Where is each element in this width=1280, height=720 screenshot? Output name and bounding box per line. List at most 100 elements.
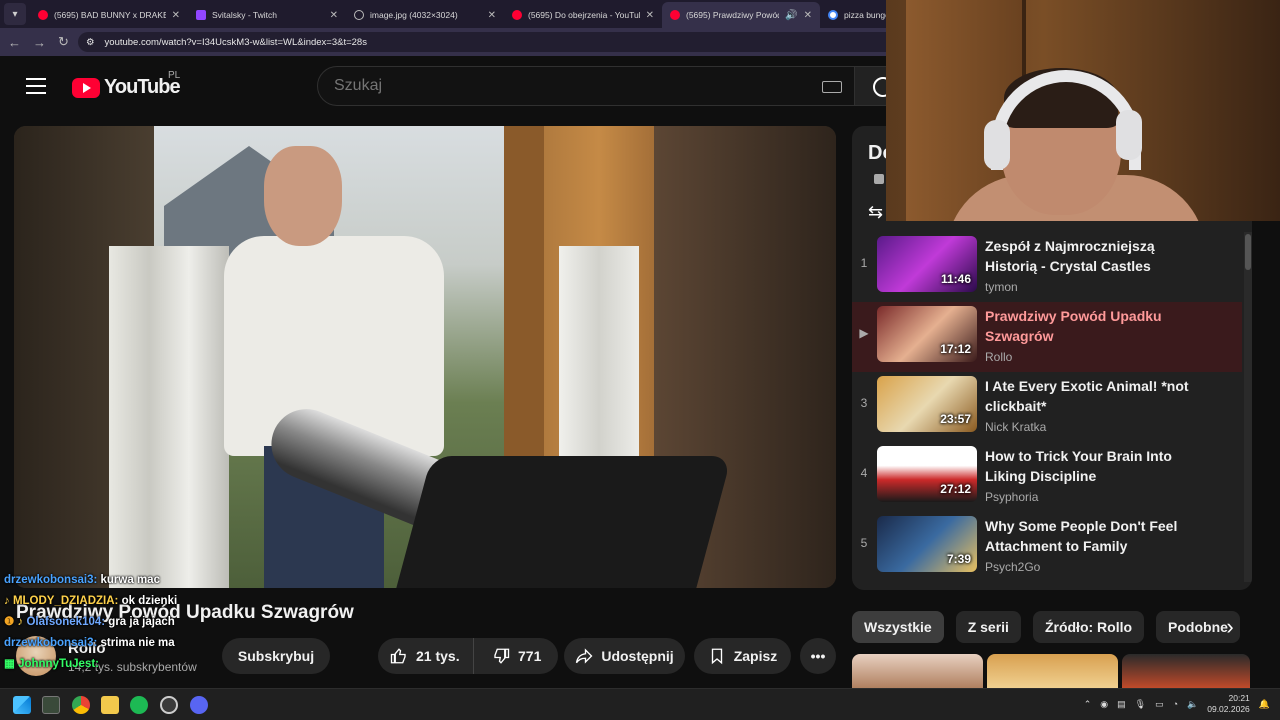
like-button[interactable]: 21 tys. bbox=[378, 638, 474, 674]
obs-icon[interactable] bbox=[160, 696, 178, 714]
close-tab-icon[interactable]: ✕ bbox=[172, 10, 180, 21]
playlist-channel: Psyphoria bbox=[985, 490, 1039, 504]
close-tab-icon[interactable]: ✕ bbox=[488, 10, 496, 21]
share-button[interactable]: Udostępnij bbox=[564, 638, 685, 674]
playlist-index: 3 bbox=[860, 396, 868, 410]
webcam-frame bbox=[1116, 110, 1142, 160]
display-icon[interactable]: ▭ bbox=[1155, 699, 1164, 710]
chip-series[interactable]: Z serii bbox=[955, 611, 1021, 643]
video-duration: 23:57 bbox=[940, 412, 971, 426]
url-text: youtube.com/watch?v=I34UcskM3-w&list=WL&… bbox=[104, 36, 367, 48]
recommended-thumbnail[interactable] bbox=[987, 654, 1118, 688]
thumbs-down-icon bbox=[494, 648, 510, 664]
twitch-favicon-icon bbox=[196, 10, 206, 20]
video-duration: 11:46 bbox=[940, 272, 971, 286]
playlist-scrollbar[interactable] bbox=[1244, 232, 1252, 582]
clock[interactable]: 20:21 09.02.2026 bbox=[1207, 693, 1250, 715]
more-options-button[interactable]: ••• bbox=[800, 638, 836, 674]
badge-icon: ▦ bbox=[4, 658, 15, 670]
discord-tray-icon[interactable]: ◉ bbox=[1100, 699, 1108, 710]
site-settings-icon[interactable]: ⚙ bbox=[86, 37, 95, 48]
browser-tab[interactable]: (5695) Do obejrzenia - YouTube ✕ bbox=[504, 2, 662, 28]
browser-tab[interactable]: image.jpg (4032×3024) ✕ bbox=[346, 2, 504, 28]
chat-username: drzewkobonsai3: bbox=[4, 574, 98, 586]
chat-username: drzewkobonsai3: bbox=[4, 637, 98, 649]
file-explorer-icon[interactable] bbox=[101, 696, 119, 714]
speaker-icon[interactable]: 🔊 bbox=[785, 10, 797, 21]
chat-message: ♪ MLODY_DZIADZIA: ok dzienki bbox=[4, 591, 244, 612]
recommendation-chips: Wszystkie Z serii Źródło: Rollo Podobne bbox=[852, 611, 1240, 643]
dislike-button[interactable]: 771 bbox=[482, 647, 541, 665]
video-thumbnail[interactable]: 23:57 bbox=[877, 376, 977, 432]
webcam-frame bbox=[984, 120, 1010, 170]
playlist-video-title: I Ate Every Exotic Animal! *not clickbai… bbox=[985, 378, 1189, 414]
chat-message: drzewkobonsai3: strima nie ma bbox=[4, 633, 244, 654]
playlist-channel: Rollo bbox=[985, 350, 1013, 364]
search-box[interactable] bbox=[317, 66, 855, 106]
video-thumbnail[interactable]: 11:46 bbox=[877, 236, 977, 292]
volume-icon[interactable]: 🔈 bbox=[1187, 699, 1198, 710]
playlist-item-current[interactable]: ▶ 17:12 Prawdziwy Powód Upadku Szwagrów … bbox=[852, 302, 1242, 372]
youtube-favicon-icon bbox=[512, 10, 522, 20]
tab-list-chevron-icon[interactable]: ▾ bbox=[4, 3, 26, 25]
video-duration: 27:12 bbox=[940, 482, 971, 496]
video-player[interactable] bbox=[14, 126, 836, 588]
video-thumbnail[interactable]: 7:39 bbox=[877, 516, 977, 572]
recommended-thumbnail[interactable] bbox=[852, 654, 983, 688]
discord-icon[interactable] bbox=[190, 696, 208, 714]
playlist-video-title: Zespół z Najmroczniejszą Historią - Crys… bbox=[985, 238, 1155, 274]
close-tab-icon[interactable]: ✕ bbox=[330, 10, 338, 21]
webcam-overlay bbox=[886, 0, 1280, 221]
chip-source[interactable]: Źródło: Rollo bbox=[1032, 611, 1145, 643]
menu-icon[interactable] bbox=[26, 78, 46, 99]
reload-icon[interactable]: ↻ bbox=[58, 34, 69, 50]
chip-all[interactable]: Wszystkie bbox=[852, 611, 944, 643]
chat-text: ok dzienki bbox=[121, 595, 178, 607]
youtube-play-icon bbox=[72, 77, 100, 98]
chevron-right-icon[interactable]: › bbox=[1216, 614, 1244, 642]
like-dislike-group: 21 tys. 771 bbox=[378, 638, 558, 674]
playlist-item[interactable]: 4 27:12 How to Trick Your Brain Into Lik… bbox=[852, 442, 1242, 512]
wifi-icon[interactable]: ◔ bbox=[1173, 699, 1178, 709]
screen: { "browser": { "tabs": [ {"title": "(569… bbox=[0, 0, 1280, 720]
tray-chevron-up-icon[interactable]: ⌃ bbox=[1084, 699, 1092, 710]
close-tab-icon[interactable]: ✕ bbox=[646, 10, 654, 21]
youtube-favicon-icon bbox=[670, 10, 680, 20]
globe-favicon-icon bbox=[354, 10, 364, 20]
chrome-icon[interactable] bbox=[72, 696, 90, 714]
video-frame bbox=[109, 246, 229, 588]
keyboard-icon[interactable] bbox=[822, 81, 842, 93]
search-input[interactable] bbox=[334, 77, 804, 95]
url-bar[interactable]: ⚙ youtube.com/watch?v=I34UcskM3-w&list=W… bbox=[78, 32, 898, 52]
forward-arrow-icon[interactable]: → bbox=[33, 35, 46, 50]
windows-start-icon[interactable] bbox=[13, 696, 31, 714]
video-thumbnail[interactable]: 27:12 bbox=[877, 446, 977, 502]
music-note-icon: ♪ bbox=[17, 616, 24, 628]
tab-title: (5695) BAD BUNNY x DRAKE - MI bbox=[54, 10, 166, 20]
browser-tab-active[interactable]: (5695) Prawdziwy Powód Up 🔊 ✕ bbox=[662, 2, 820, 28]
thumbs-up-icon bbox=[390, 648, 406, 664]
recommended-thumbnail[interactable] bbox=[1122, 654, 1250, 688]
browser-tab[interactable]: Svitalsky - Twitch ✕ bbox=[188, 2, 346, 28]
browser-tab[interactable]: (5695) BAD BUNNY x DRAKE - MI ✕ bbox=[30, 2, 188, 28]
more-dots-icon: ••• bbox=[810, 648, 826, 664]
playlist-item[interactable]: 3 23:57 I Ate Every Exotic Animal! *not … bbox=[852, 372, 1242, 442]
spotify-icon[interactable] bbox=[130, 696, 148, 714]
youtube-logo[interactable]: YouTube bbox=[72, 76, 181, 99]
close-tab-icon[interactable]: ✕ bbox=[804, 10, 812, 21]
playlist-item[interactable]: 5 7:39 Why Some People Don't Feel Attach… bbox=[852, 512, 1242, 582]
save-button[interactable]: Zapisz bbox=[694, 638, 791, 674]
video-frame bbox=[396, 456, 732, 588]
playlist-channel: tymon bbox=[985, 280, 1018, 294]
tab-title: image.jpg (4032×3024) bbox=[370, 10, 458, 20]
playlist-item[interactable]: 1 11:46 Zespół z Najmroczniejszą Histori… bbox=[852, 232, 1242, 302]
loop-icon[interactable]: ⇆ bbox=[868, 202, 883, 223]
share-arrow-icon bbox=[576, 648, 593, 664]
microphone-icon[interactable]: 🎙 bbox=[1135, 699, 1146, 710]
video-thumbnail[interactable]: 17:12 bbox=[877, 306, 977, 362]
back-arrow-icon[interactable]: ← bbox=[8, 35, 21, 50]
task-view-icon[interactable] bbox=[42, 696, 60, 714]
video-duration: 17:12 bbox=[940, 342, 971, 356]
notification-bell-icon[interactable]: 🔔 bbox=[1259, 699, 1270, 710]
network-icon[interactable]: ▤ bbox=[1117, 699, 1126, 710]
